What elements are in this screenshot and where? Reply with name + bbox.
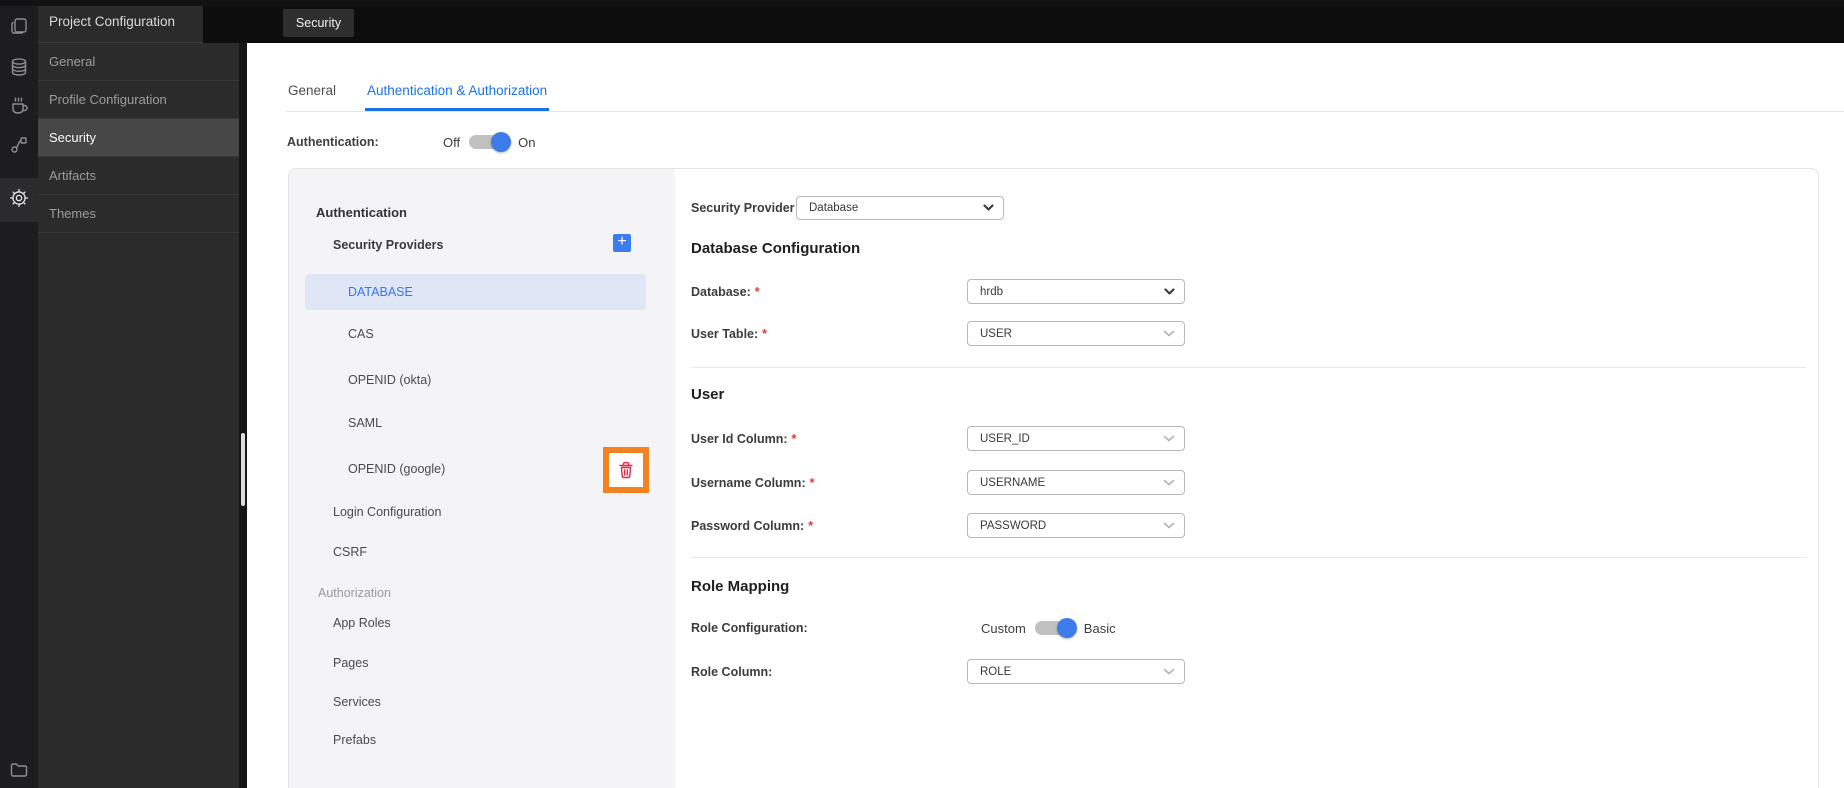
provider-item-cas[interactable]: CAS [348,327,374,341]
database-select[interactable]: hrdb [967,279,1185,304]
provider-item-openid-google[interactable]: OPENID (google) [348,462,445,476]
pages-icon[interactable] [0,15,38,37]
provider-item-database[interactable]: DATABASE [305,274,646,310]
tab-general[interactable]: General [286,83,338,111]
security-nav-panel: Authentication Security Providers + DATA… [289,169,675,788]
user-table-label: User Table: * [691,326,768,341]
role-column-row: Role Column: ROLE [691,659,1185,684]
authentication-label: Authentication: [287,135,379,149]
nav-item-csrf[interactable]: CSRF [333,545,367,559]
sidebar-item-profile-configuration[interactable]: Profile Configuration [38,81,239,119]
toggle-knob [1056,618,1077,638]
chevron-down-icon [1164,288,1175,295]
top-edge-strip [0,0,1844,6]
authentication-section-header: Authentication [316,205,407,220]
user-table-select[interactable]: USER [967,321,1185,346]
tabs-row: General Authentication & Authorization [286,43,1844,112]
password-column-row: Password Column: * PASSWORD [691,513,1185,538]
topbar: Security [203,0,1844,43]
sidebar-item-artifacts[interactable]: Artifacts [38,157,239,195]
tab-authentication-authorization[interactable]: Authentication & Authorization [365,83,550,111]
authentication-toggle-row: Authentication: Off On [287,131,535,153]
database-label: Database: * [691,284,760,299]
security-provider-label: Security Provider [691,200,795,215]
user-id-column-select[interactable]: USER_ID [967,426,1185,451]
role-column-select[interactable]: ROLE [967,659,1185,684]
authorization-section-header: Authorization [318,586,391,600]
sidebar-item-general[interactable]: General [38,43,239,81]
toggle-on-label: On [518,134,536,150]
authentication-toggle[interactable] [469,132,512,152]
username-column-select[interactable]: USERNAME [967,470,1185,495]
scrollbar-thumb[interactable] [241,433,245,506]
sidebar-item-themes[interactable]: Themes [38,195,239,233]
delete-provider-annotation-box[interactable] [603,447,649,493]
nav-item-services[interactable]: Services [333,695,381,709]
chevron-down-icon [1163,479,1175,486]
database-icon[interactable] [0,56,38,78]
chevron-down-icon [1163,668,1175,675]
project-config-sidebar: Project Configuration General Profile Co… [38,0,239,788]
role-configuration-label: Role Configuration: [691,621,808,635]
chevron-down-icon [1163,522,1175,529]
toggle-knob [491,132,512,152]
user-id-column-label: User Id Column: * [691,431,797,446]
role-configuration-toggle[interactable] [1034,618,1077,638]
chevron-down-icon [983,204,994,211]
custom-label: Custom [981,620,1026,636]
password-column-label: Password Column: * [691,518,814,533]
topbar-tab-security[interactable]: Security [283,9,354,37]
toggle-off-label: Off [443,134,461,150]
chevron-down-icon [1163,330,1175,337]
folder-icon[interactable] [0,759,38,781]
nav-item-login-configuration[interactable]: Login Configuration [333,505,441,519]
role-column-label: Role Column: [691,664,773,679]
nav-item-pages[interactable]: Pages [333,656,368,670]
basic-label: Basic [1083,620,1116,636]
database-row: Database: * hrdb [691,279,1185,304]
security-config-card: Authentication Security Providers + DATA… [288,168,1819,788]
apis-icon[interactable] [0,134,38,156]
user-id-column-row: User Id Column: * USER_ID [691,426,1185,451]
password-column-select[interactable]: PASSWORD [967,513,1185,538]
user-heading: User [691,386,725,403]
section-divider [691,367,1806,368]
provider-item-saml[interactable]: SAML [348,416,382,430]
icon-rail [0,0,38,788]
java-icon[interactable] [0,94,38,116]
sidebar-scroll-gutter [239,43,247,788]
role-mapping-heading: Role Mapping [691,578,790,595]
security-provider-row: Security Provider Database [691,195,1004,220]
security-provider-select[interactable]: Database [796,195,1004,220]
user-table-row: User Table: * USER [691,321,1185,346]
provider-item-openid-okta[interactable]: OPENID (okta) [348,373,431,387]
section-divider [691,557,1806,558]
add-provider-button[interactable]: + [613,234,631,252]
settings-gear-icon[interactable] [0,187,38,209]
role-configuration-toggle-group: Custom Basic [981,618,1116,638]
trash-icon [619,461,633,479]
nav-item-prefabs[interactable]: Prefabs [333,733,376,747]
sidebar-item-security[interactable]: Security [38,119,239,157]
username-column-row: Username Column: * USERNAME [691,470,1185,495]
database-configuration-heading: Database Configuration [691,240,861,257]
chevron-down-icon [1163,435,1175,442]
main-content: General Authentication & Authorization A… [247,43,1844,788]
security-providers-header: Security Providers [333,238,444,252]
role-configuration-row: Role Configuration: Custom Basic [691,616,1116,640]
username-column-label: Username Column: * [691,475,815,490]
nav-item-app-roles[interactable]: App Roles [333,616,391,630]
